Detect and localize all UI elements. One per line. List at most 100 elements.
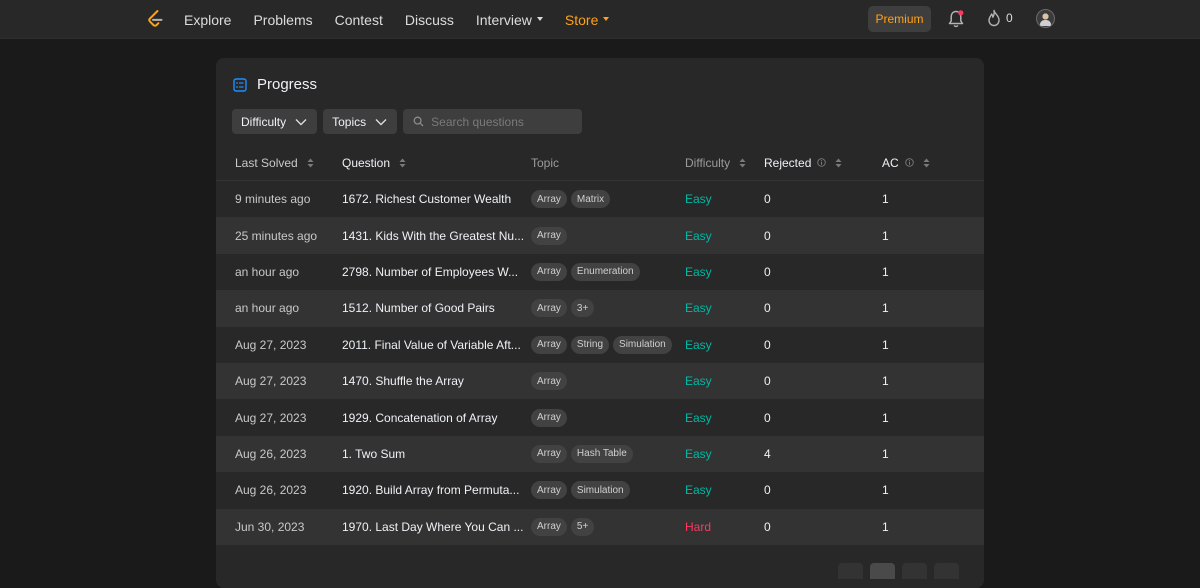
- column-label: Last Solved: [235, 155, 298, 170]
- table-row[interactable]: Aug 27, 2023 1470. Shuffle the Array Array…: [216, 362, 984, 400]
- last-solved-cell: 25 minutes ago: [235, 228, 318, 243]
- topic-tag[interactable]: 3+: [570, 299, 595, 318]
- search-input[interactable]: [431, 114, 572, 129]
- topic-tag[interactable]: 5+: [570, 517, 595, 536]
- topic-cell: Array 3+: [531, 299, 685, 318]
- streak-count: 0: [1006, 11, 1013, 25]
- difficulty-filter-button[interactable]: Difficulty: [232, 109, 318, 134]
- topic-tag[interactable]: Array: [531, 408, 567, 427]
- question-link[interactable]: 1431. Kids With the Greatest Nu...: [342, 229, 531, 243]
- last-solved-cell: an hour ago: [235, 264, 300, 279]
- streak-counter[interactable]: 0: [987, 9, 1013, 27]
- filter-bar: Difficulty Topics: [232, 109, 583, 134]
- topic-cell: Array: [531, 408, 685, 427]
- column-last-solved[interactable]: Last Solved: [216, 156, 342, 170]
- search-icon: [413, 116, 424, 127]
- nav-problems[interactable]: Problems: [253, 12, 312, 28]
- caret-down-icon: [536, 16, 543, 21]
- chevron-down-icon: [375, 118, 387, 125]
- topic-cell: Array Simulation: [531, 481, 685, 500]
- table-row[interactable]: Aug 27, 2023 1929. Concatenation of Array…: [216, 399, 984, 435]
- table-row[interactable]: Jun 30, 2023 1970. Last Day Where You Can…: [216, 508, 984, 545]
- ac-cell: 1: [882, 192, 889, 207]
- table-header: Last Solved Question Topic Difficulty Re…: [216, 145, 984, 181]
- question-link[interactable]: 1929. Concatenation of Array: [342, 411, 531, 425]
- topic-tag[interactable]: Array: [531, 517, 567, 536]
- difficulty-cell: Hard: [685, 519, 712, 534]
- topic-tag[interactable]: Enumeration: [570, 262, 640, 281]
- topic-tag[interactable]: Array: [531, 190, 567, 209]
- leetcode-logo-icon[interactable]: [145, 9, 165, 29]
- nav-store-label: Store: [564, 11, 599, 28]
- last-solved-cell: Aug 27, 2023: [235, 410, 307, 425]
- question-link[interactable]: 1970. Last Day Where You Can ...: [342, 520, 531, 534]
- pagination-button[interactable]: [838, 563, 863, 579]
- difficulty-cell: Easy: [685, 192, 712, 207]
- column-rejected[interactable]: Rejected: [764, 156, 882, 170]
- table-row[interactable]: Aug 26, 2023 1920. Build Array from Permu…: [216, 472, 984, 508]
- topic-tag[interactable]: String: [570, 335, 610, 354]
- pagination-button[interactable]: [934, 563, 959, 579]
- table-row[interactable]: Aug 26, 2023 1. Two Sum Array Hash Table Eas…: [216, 435, 984, 473]
- nav-store[interactable]: Store: [564, 11, 610, 28]
- topic-tag[interactable]: Array: [531, 299, 567, 318]
- question-link[interactable]: 1920. Build Array from Permuta...: [342, 483, 531, 497]
- bell-icon[interactable]: [947, 9, 965, 29]
- nav-contest[interactable]: Contest: [335, 12, 383, 28]
- topic-tag[interactable]: Array: [531, 226, 567, 245]
- pagination-button[interactable]: [902, 563, 927, 579]
- nav-discuss[interactable]: Discuss: [405, 12, 454, 28]
- topic-tag[interactable]: Array: [531, 481, 567, 500]
- sort-icon: [307, 158, 314, 167]
- topic-tag[interactable]: Simulation: [613, 335, 672, 354]
- nav-explore[interactable]: Explore: [184, 12, 231, 28]
- pagination-button-active[interactable]: [870, 563, 895, 579]
- table-body: 9 minutes ago 1672. Richest Customer Weal…: [216, 181, 984, 545]
- top-navbar: Explore Problems Contest Discuss Intervi…: [0, 0, 1200, 39]
- table-row[interactable]: 9 minutes ago 1672. Richest Customer Weal…: [216, 181, 984, 217]
- sort-icon: [835, 158, 842, 167]
- topic-tag[interactable]: Array: [531, 262, 567, 281]
- question-link[interactable]: 2011. Final Value of Variable Aft...: [342, 338, 531, 352]
- topic-tag[interactable]: Array: [531, 372, 567, 391]
- topics-filter-button[interactable]: Topics: [323, 109, 398, 134]
- rejected-cell: 0: [764, 228, 771, 243]
- info-icon[interactable]: [904, 158, 914, 167]
- question-link[interactable]: 1470. Shuffle the Array: [342, 374, 531, 388]
- topic-tag[interactable]: Array: [531, 335, 567, 354]
- question-link[interactable]: 2798. Number of Employees W...: [342, 265, 531, 279]
- topic-tag[interactable]: Matrix: [570, 190, 611, 209]
- column-ac[interactable]: AC: [882, 156, 942, 170]
- ac-cell: 1: [882, 483, 889, 498]
- rejected-cell: 0: [764, 192, 771, 207]
- difficulty-cell: Easy: [685, 483, 712, 498]
- ac-cell: 1: [882, 301, 889, 316]
- ac-cell: 1: [882, 374, 889, 389]
- avatar[interactable]: [1036, 9, 1055, 28]
- info-icon[interactable]: [817, 158, 827, 167]
- column-question[interactable]: Question: [342, 156, 531, 170]
- topic-cell: Array Matrix: [531, 190, 685, 209]
- question-link[interactable]: 1. Two Sum: [342, 447, 531, 461]
- table-row[interactable]: 25 minutes ago 1431. Kids With the Greate…: [216, 217, 984, 254]
- question-link[interactable]: 1672. Richest Customer Wealth: [342, 192, 531, 206]
- rejected-cell: 4: [764, 446, 771, 461]
- sort-icon: [923, 158, 930, 167]
- topic-tag[interactable]: Array: [531, 444, 567, 463]
- progress-table: Last Solved Question Topic Difficulty Re…: [216, 145, 984, 545]
- difficulty-filter-label: Difficulty: [241, 114, 287, 129]
- topic-tag[interactable]: Hash Table: [570, 444, 633, 463]
- nav-interview[interactable]: Interview: [476, 12, 543, 28]
- table-row[interactable]: an hour ago 2798. Number of Employees W..…: [216, 254, 984, 290]
- difficulty-cell: Easy: [685, 301, 712, 316]
- premium-button[interactable]: Premium: [868, 6, 931, 32]
- progress-card: Progress Difficulty Topics Last Solved Q: [216, 58, 984, 588]
- column-difficulty[interactable]: Difficulty: [685, 156, 764, 170]
- table-row[interactable]: an hour ago 1512. Number of Good Pairs Arr…: [216, 290, 984, 327]
- search-box[interactable]: [403, 109, 583, 134]
- topic-tag[interactable]: Simulation: [570, 481, 630, 500]
- question-link[interactable]: 1512. Number of Good Pairs: [342, 301, 531, 315]
- topic-cell: Array Enumeration: [531, 262, 685, 281]
- table-row[interactable]: Aug 27, 2023 2011. Final Value of Variabl…: [216, 327, 984, 363]
- page-title: Progress: [257, 76, 318, 93]
